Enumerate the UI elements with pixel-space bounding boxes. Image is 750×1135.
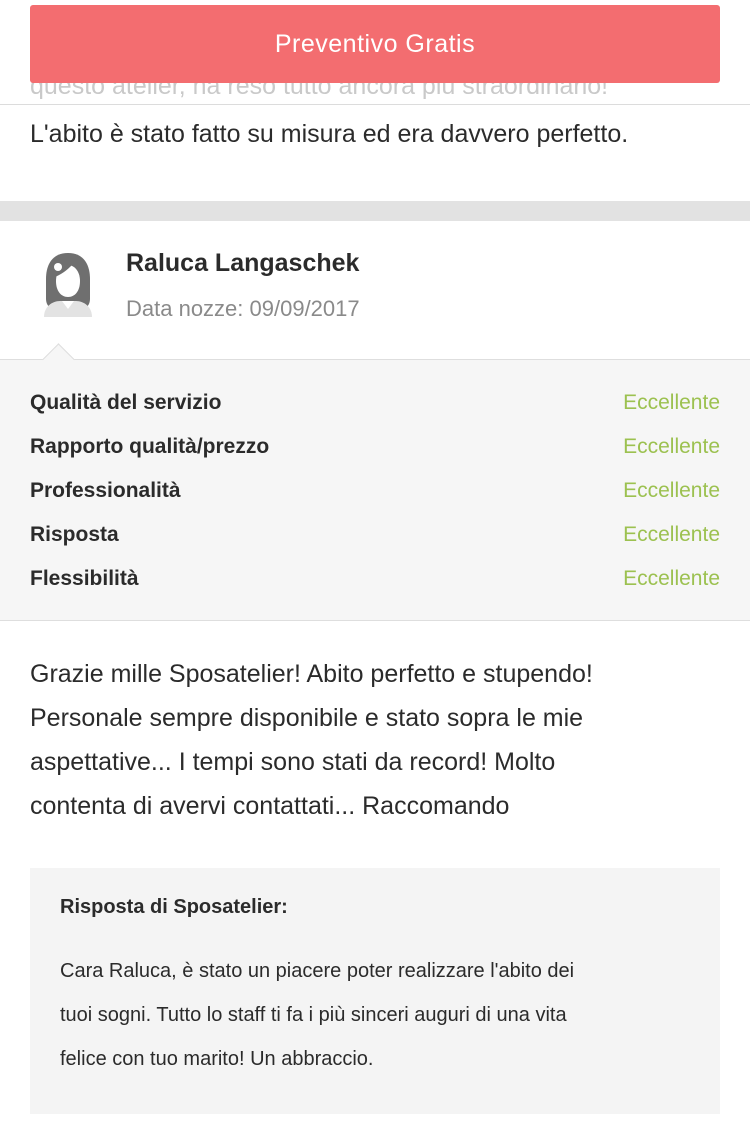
vendor-answer: Risposta di Sposatelier: Cara Raluca, è … xyxy=(30,868,720,1114)
ratings-panel: Qualità del servizio Eccellente Rapporto… xyxy=(0,343,750,621)
reviewer-header: Raluca Langaschek Data nozze: 09/09/2017 xyxy=(0,221,750,359)
rating-row: Professionalità Eccellente xyxy=(30,476,720,506)
review-text: Grazie mille Sposatelier! Abito perfetto… xyxy=(30,652,720,828)
review-text-line: aspettative... I tempi sono stati da rec… xyxy=(30,748,556,776)
rating-row: Qualità del servizio Eccellente xyxy=(30,388,720,418)
rating-row: Rapporto qualità/prezzo Eccellente xyxy=(30,432,720,462)
reviewer-name: Raluca Langaschek xyxy=(126,249,360,277)
answer-text-line: tuoi sogni. Tutto lo staff ti fa i più s… xyxy=(60,1004,567,1026)
review-text-line: Personale sempre disponibile e stato sop… xyxy=(30,704,584,732)
bride-avatar-icon xyxy=(38,251,98,317)
wedding-date: Data nozze: 09/09/2017 xyxy=(126,296,360,322)
rating-label: Flessibilità xyxy=(30,567,139,590)
section-separator xyxy=(0,201,750,221)
rating-label: Risposta xyxy=(30,523,119,546)
answer-text-line: Cara Raluca, è stato un piacere poter re… xyxy=(60,960,575,982)
rating-value: Eccellente xyxy=(623,435,720,458)
rating-label: Professionalità xyxy=(30,479,181,502)
review-text-line: Grazie mille Sposatelier! Abito perfetto… xyxy=(30,660,593,688)
rating-value: Eccellente xyxy=(623,391,720,414)
wedding-date-label: Data nozze: xyxy=(126,296,250,321)
rating-label: Qualità del servizio xyxy=(30,391,222,414)
previous-review-text: L'abito è stato fatto su misura ed era d… xyxy=(30,120,629,148)
answer-text: Cara Raluca, è stato un piacere poter re… xyxy=(60,949,690,1081)
rating-row: Risposta Eccellente xyxy=(30,520,720,550)
wedding-date-value: 09/09/2017 xyxy=(249,296,360,321)
rating-value: Eccellente xyxy=(623,523,720,546)
answer-text-line: felice con tuo marito! Un abbraccio. xyxy=(60,1048,374,1070)
divider xyxy=(0,104,750,105)
review-text-line: contenta di avervi contattati... Raccoma… xyxy=(30,792,510,820)
rating-value: Eccellente xyxy=(623,479,720,502)
rating-value: Eccellente xyxy=(623,567,720,590)
answer-title: Risposta di Sposatelier: xyxy=(60,896,288,918)
rating-label: Rapporto qualità/prezzo xyxy=(30,435,270,458)
free-quote-button[interactable]: Preventivo Gratis xyxy=(30,5,720,83)
rating-row: Flessibilità Eccellente xyxy=(30,564,720,594)
